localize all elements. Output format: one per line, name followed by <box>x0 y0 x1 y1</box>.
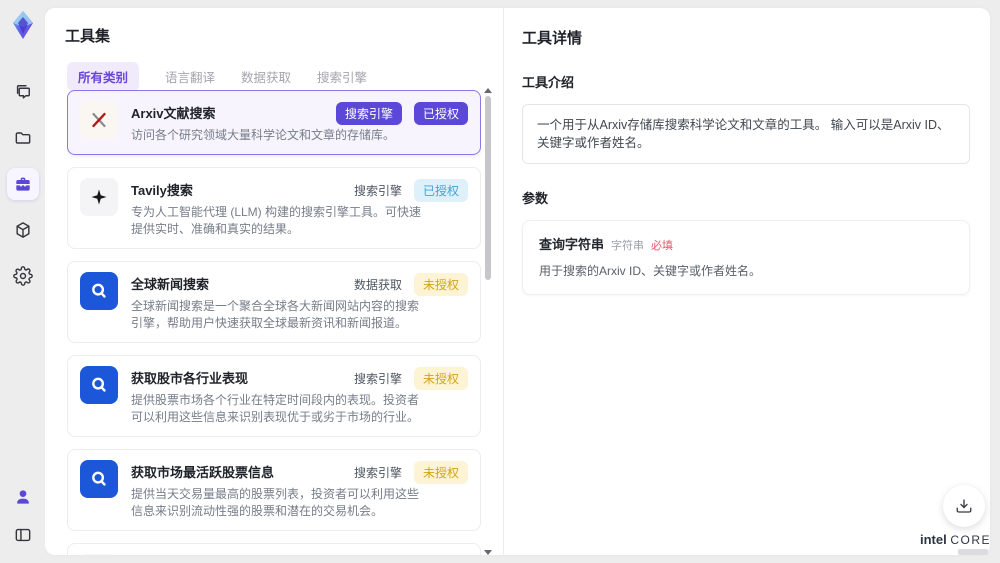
param-card: 查询字符串 字符串 必填用于搜索的Arxiv ID、关键字或作者姓名。 <box>522 220 970 295</box>
search-app-icon <box>80 272 118 310</box>
scrollbar-up-arrow[interactable] <box>484 88 492 93</box>
core-wordmark: CORE <box>950 533 992 547</box>
tab-category-2[interactable]: 数据获取 <box>241 62 291 91</box>
sidebar-item-user[interactable] <box>7 481 39 513</box>
tool-category-badge: 搜索引擎 <box>335 102 402 125</box>
sidebar-item-panel-toggle[interactable] <box>7 519 39 551</box>
param-required-flag: 必填 <box>651 240 674 252</box>
tool-meta: 搜索引擎 未授权 <box>354 367 468 390</box>
tool-list-pane: 工具集 所有类别 语言翻译 数据获取 搜索引擎 Arxiv文献搜索 访问各个研究领域大量… <box>45 8 503 555</box>
user-icon <box>16 490 29 504</box>
tab-category-3[interactable]: 搜索引擎 <box>317 62 367 91</box>
tool-card[interactable]: 获取股市各行业表现 提供股票市场各个行业在特定时间段内的表现。投资者可以利用这些信… <box>67 355 481 437</box>
folder-icon <box>15 132 30 144</box>
tool-auth-badge: 已授权 <box>413 179 468 202</box>
tab-category-0[interactable]: 所有类别 <box>67 62 140 91</box>
app-logo-icon <box>6 8 40 42</box>
param-name: 查询字符串 <box>539 237 605 252</box>
tool-intro-text: 一个用于从Arxiv存储库搜索科学论文和文章的工具。 输入可以是Arxiv ID… <box>522 104 970 164</box>
cube-icon <box>15 222 30 238</box>
sidebar-item-toolbox[interactable] <box>6 168 39 200</box>
panel-toggle-icon <box>15 528 30 542</box>
tool-meta: 数据获取 未授权 <box>354 273 468 296</box>
tab-category-1[interactable]: 语言翻译 <box>165 62 215 91</box>
intro-section-title: 工具介绍 <box>522 75 575 90</box>
tool-card[interactable]: 全球新闻搜索 全球新闻搜索是一个聚合全球各大新闻网站内容的搜索引擎，帮助用户快速获… <box>67 261 481 343</box>
download-icon <box>956 499 972 513</box>
sidebar-nav <box>6 76 39 292</box>
tool-card[interactable]: Tavily搜索 专为人工智能代理 (LLM) 构建的搜索引擎工具。可快速提供实时… <box>67 167 481 249</box>
sidebar-item-packages[interactable] <box>7 214 39 246</box>
sidebar-item-settings[interactable] <box>7 260 39 292</box>
tool-auth-badge: 未授权 <box>413 273 468 296</box>
tool-category-badge: 数据获取 <box>353 278 402 292</box>
sidebar-item-files[interactable] <box>7 122 39 154</box>
tool-card[interactable]: Arxiv文献搜索 访问各个研究领域大量科学论文和文章的存储库。 搜索引擎 已授权 <box>67 90 481 155</box>
tool-auth-badge: 未授权 <box>413 367 468 390</box>
intel-logo-subtext <box>958 549 988 555</box>
intel-core-logo: intel CORE <box>920 532 990 555</box>
scrollbar-down-arrow[interactable] <box>484 550 492 555</box>
param-type: 字符串 <box>611 240 645 252</box>
list-scrollbar[interactable] <box>484 88 492 555</box>
tool-auth-badge: 未授权 <box>413 461 468 484</box>
tool-card[interactable]: 万维地区新闻查询查询具体行政区划内的新闻，快速了解各地新闻动搜索引擎未授权 <box>67 543 481 555</box>
tool-description: 全球新闻搜索是一个聚合全球各大新闻网站内容的搜索引擎，帮助用户快速获取全球最新资… <box>131 299 420 330</box>
param-description: 用于搜索的Arxiv ID、关键字或作者姓名。 <box>539 264 762 278</box>
tool-meta: 搜索引擎 已授权 <box>354 179 468 202</box>
sparkle-icon <box>80 178 118 216</box>
tool-description: 访问各个研究领域大量科学论文和文章的存储库。 <box>131 128 396 142</box>
tool-description: 提供股票市场各个行业在特定时间段内的表现。投资者可以利用这些信息来识别表现优于或… <box>131 393 420 424</box>
search-app-icon <box>80 366 118 404</box>
app-sidebar <box>0 0 45 563</box>
tool-meta: 搜索引擎 未授权 <box>354 461 468 484</box>
newspaper-icon <box>80 554 118 555</box>
arxiv-x-icon <box>80 101 118 139</box>
sidebar-item-chat[interactable] <box>7 76 39 108</box>
tool-auth-badge: 已授权 <box>413 102 468 125</box>
tool-category-badge: 搜索引擎 <box>353 372 402 386</box>
scrollbar-thumb[interactable] <box>485 96 491 280</box>
tool-detail-pane: 工具详情 工具介绍 一个用于从Arxiv存储库搜索科学论文和文章的工具。 输入可… <box>504 8 990 555</box>
tool-meta: 搜索引擎 已授权 <box>335 102 468 125</box>
download-button[interactable] <box>943 485 985 527</box>
tool-category-badge: 搜索引擎 <box>353 184 402 198</box>
sidebar-bottom <box>7 481 39 551</box>
detail-title: 工具详情 <box>522 30 583 47</box>
toolbox-icon <box>15 177 30 191</box>
tool-category-badge: 搜索引擎 <box>353 466 402 480</box>
main-content: 工具集 所有类别 语言翻译 数据获取 搜索引擎 Arxiv文献搜索 访问各个研究领域大量… <box>45 8 990 555</box>
param-list: 查询字符串 字符串 必填用于搜索的Arxiv ID、关键字或作者姓名。 <box>522 220 970 295</box>
intel-wordmark: intel <box>920 532 947 547</box>
page-title: 工具集 <box>65 28 111 45</box>
tool-description: 提供当天交易量最高的股票列表，投资者可以利用这些信息来识别流动性强的股票和潜在的… <box>131 487 420 518</box>
tool-description: 专为人工智能代理 (LLM) 构建的搜索引擎工具。可快速提供实时、准确和真实的结… <box>131 205 422 236</box>
category-tabs: 所有类别 语言翻译 数据获取 搜索引擎 <box>67 62 503 91</box>
search-app-icon <box>80 460 118 498</box>
tool-list: Arxiv文献搜索 访问各个研究领域大量科学论文和文章的存储库。 搜索引擎 已授权 Ta… <box>67 90 481 555</box>
chat-icon <box>16 85 30 99</box>
params-section-title: 参数 <box>522 191 549 206</box>
gear-icon <box>12 266 33 286</box>
tool-card[interactable]: 获取市场最活跃股票信息 提供当天交易量最高的股票列表，投资者可以利用这些信息来识别… <box>67 449 481 531</box>
